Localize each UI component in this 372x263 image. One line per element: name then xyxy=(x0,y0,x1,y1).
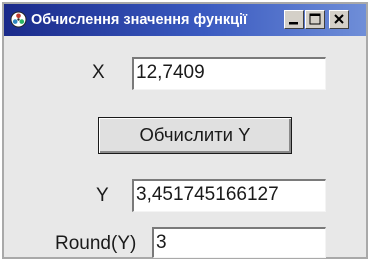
round-y-label: Round(Y) xyxy=(55,233,137,254)
close-icon xyxy=(334,14,344,24)
title-bar[interactable]: Обчислення значення функції xyxy=(4,4,366,36)
close-button[interactable] xyxy=(329,10,349,29)
maximize-button[interactable] xyxy=(305,10,325,29)
x-label: X xyxy=(92,62,105,83)
maximize-icon xyxy=(309,13,321,25)
round-y-output-field[interactable]: 3 xyxy=(152,227,326,258)
app-icon[interactable] xyxy=(10,11,27,28)
minimize-icon xyxy=(289,22,298,25)
minimize-button[interactable] xyxy=(284,10,304,29)
y-label: Y xyxy=(96,185,109,206)
app-window: Обчислення значення функції X 12,7409 Об… xyxy=(2,2,368,259)
x-input[interactable]: 12,7409 xyxy=(132,57,326,90)
calculate-y-button[interactable]: Обчислити Y xyxy=(98,117,292,154)
y-output-field[interactable]: 3,451745166127 xyxy=(132,179,326,212)
window-title: Обчислення значення функції xyxy=(31,12,248,28)
